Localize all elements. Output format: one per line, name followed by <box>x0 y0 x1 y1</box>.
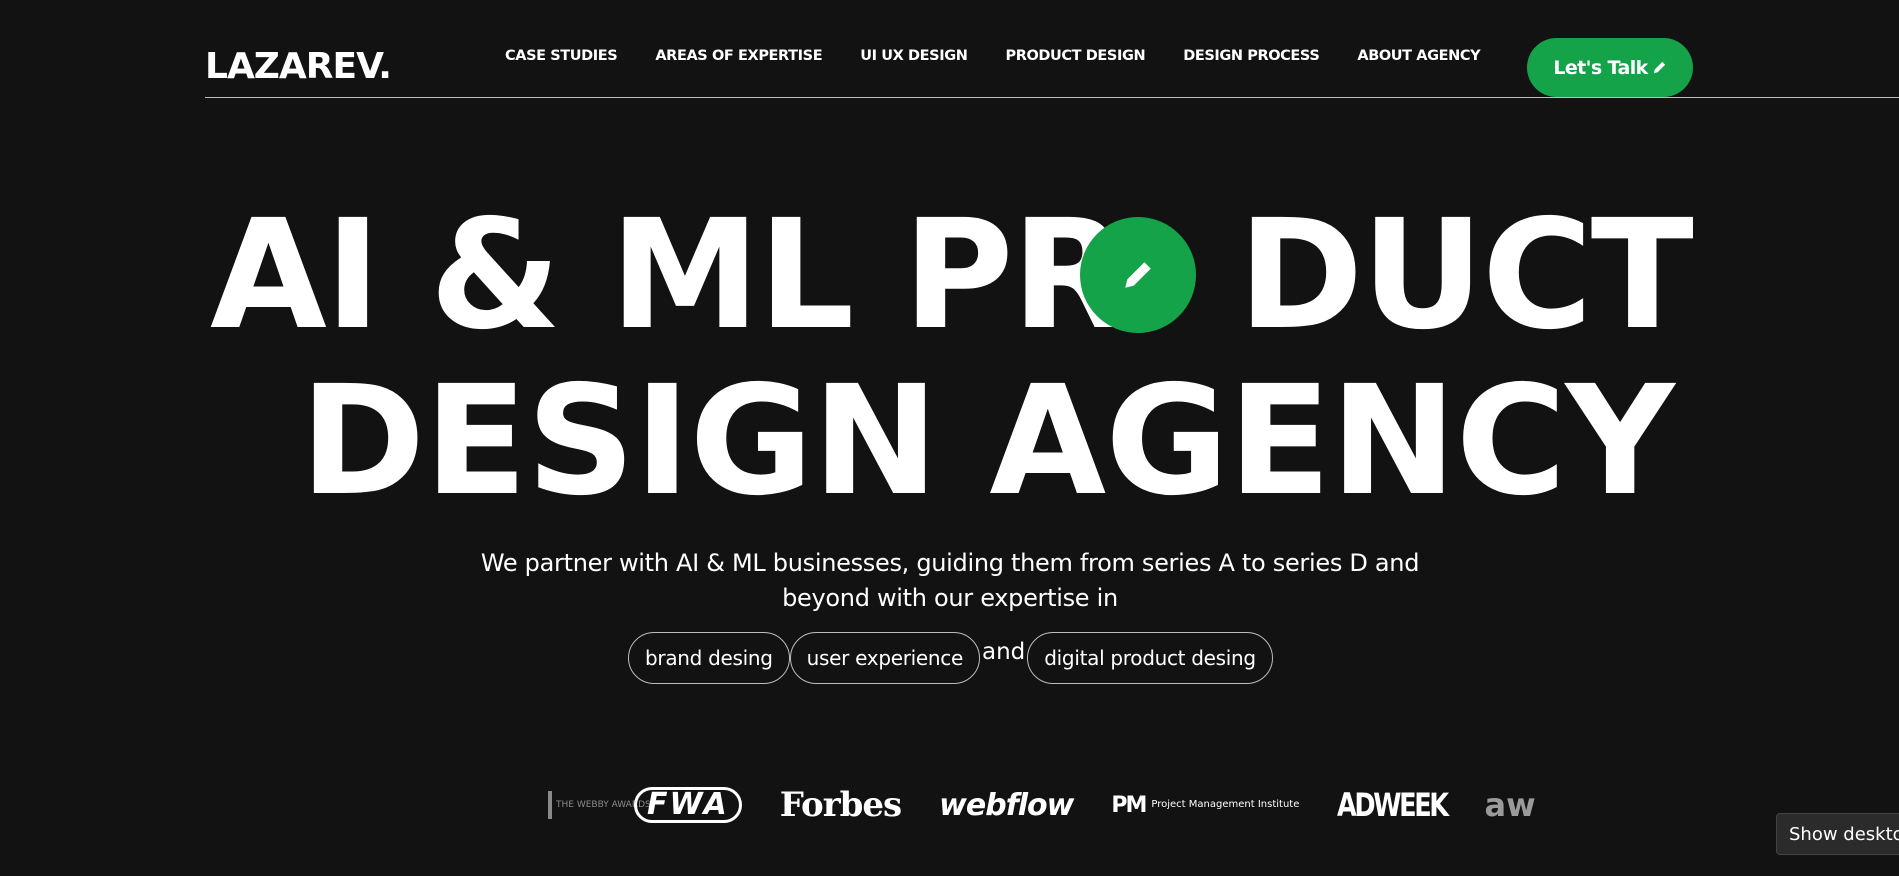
pmi-logo: PM Project Management Institute <box>1111 793 1299 818</box>
webby-mark <box>548 791 552 819</box>
pencil-icon <box>1125 262 1151 288</box>
hero-pencil-badge[interactable] <box>1080 217 1196 333</box>
nav-item-areas-of-expertise[interactable]: AREAS OF EXPERTISE <box>655 48 822 64</box>
adweek-logo: ADWEEK <box>1337 786 1449 824</box>
webby-logo: THE WEBBY AWARDS <box>548 791 651 819</box>
hero-title-line1-left: AI & ML PR <box>210 187 1128 363</box>
hero-subtitle: We partner with AI & ML businesses, guid… <box>480 549 1420 612</box>
hero-title-line1-right: DUCT <box>1238 187 1694 363</box>
nav-item-product-design[interactable]: PRODUCT DESIGN <box>1005 48 1145 64</box>
chip-joiner: and <box>982 639 1026 665</box>
pmi-text: Project Management Institute <box>1151 799 1300 810</box>
nav-item-design-process[interactable]: DESIGN PROCESS <box>1183 48 1320 64</box>
chip-digital-product-design[interactable]: digital product desing <box>1027 632 1273 684</box>
pmi-mark: PM <box>1111 792 1147 818</box>
nav-item-about-agency[interactable]: ABOUT AGENCY <box>1357 48 1480 64</box>
pencil-icon <box>1653 61 1665 74</box>
main-nav: CASE STUDIES AREAS OF EXPERTISE UI UX DE… <box>505 48 1518 64</box>
lets-talk-button[interactable]: Let's Talk <box>1527 38 1693 97</box>
expertise-chips: brand desing user experience and digital… <box>628 632 1273 684</box>
chip-user-experience[interactable]: user experience <box>789 632 980 684</box>
hero-title-line2: DESIGN AGENCY <box>300 353 1675 529</box>
webflow-logo: webflow <box>939 787 1074 823</box>
nav-item-case-studies[interactable]: CASE STUDIES <box>505 48 618 64</box>
logo[interactable]: LAZAREV. <box>205 46 392 87</box>
site-header: LAZAREV. CASE STUDIES AREAS OF EXPERTISE… <box>205 38 1899 98</box>
chip-brand-design[interactable]: brand desing <box>628 632 790 684</box>
forbes-logo: Forbes <box>779 785 902 825</box>
nav-item-ui-ux-design[interactable]: UI UX DESIGN <box>860 48 968 64</box>
awwwards-logo: aw <box>1484 786 1536 824</box>
lets-talk-label: Let's Talk <box>1553 56 1648 79</box>
show-desktop-tooltip: Show desktop <box>1776 813 1899 855</box>
client-logos: THE WEBBY AWARDS FWA Forbes webflow PM P… <box>548 782 1574 828</box>
fwa-logo: FWA <box>634 787 742 823</box>
